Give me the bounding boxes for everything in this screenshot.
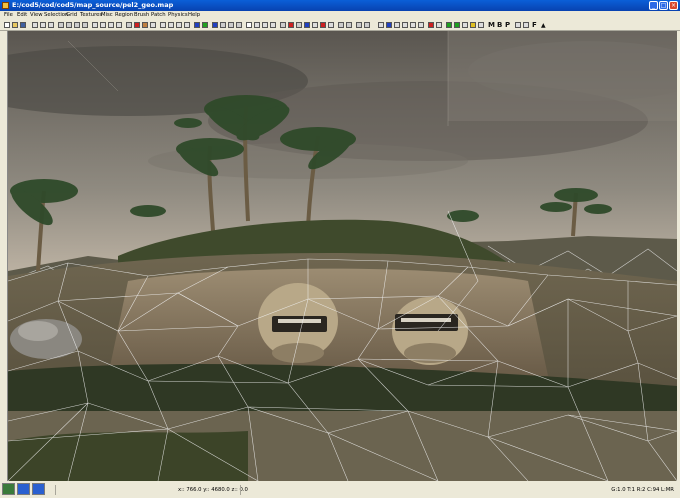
flip-z-icon[interactable] [48,22,54,28]
tool-icon-9[interactable] [346,22,352,28]
change-view-icon[interactable] [160,22,166,28]
tool-icon-18[interactable] [428,22,434,28]
camera-move-icon[interactable] [212,22,218,28]
menu-view[interactable]: View [30,11,43,20]
rotate-z-icon[interactable] [74,22,80,28]
select-inside-icon[interactable] [100,22,106,28]
menu-physics[interactable]: Physics [168,11,188,20]
rotate-x-icon[interactable] [58,22,64,28]
rotate-y-icon[interactable] [66,22,72,28]
tool-icon-24[interactable] [523,22,529,28]
menu-bar: File Edit View Selection Grid Textures M… [0,11,680,20]
tool-icon-22[interactable] [478,22,484,28]
tool-icon-6[interactable] [320,22,326,28]
new-file-icon[interactable] [4,22,10,28]
tool-icon-21[interactable] [470,22,476,28]
csg-merge-icon[interactable] [134,22,140,28]
menu-misc[interactable]: Misc [101,11,113,20]
select-touching-icon[interactable] [92,22,98,28]
menu-edit[interactable]: Edit [17,11,27,20]
flip-y-icon[interactable] [40,22,46,28]
clipper-icon[interactable] [150,22,156,28]
cap-icon[interactable] [270,22,276,28]
tool-icon-13[interactable] [386,22,392,28]
taskbar-window-button-1[interactable] [17,483,30,495]
status-separator-2 [240,485,241,495]
menu-patch[interactable]: Patch [151,11,166,20]
window-controls: _ □ × [649,1,678,10]
menu-region[interactable]: Region [115,11,133,20]
tool-icon-23[interactable] [515,22,521,28]
menu-selection[interactable]: Selection [44,11,68,20]
toolbar-triangle-icon[interactable]: ▲ [541,20,546,31]
grid-icon[interactable] [228,22,234,28]
tool-icon-7[interactable] [328,22,334,28]
status-bar: x:: 766.0 y:: 4680.0 z:: 0.0 G:1.0 T:1 R… [0,481,680,498]
tool-icon-15[interactable] [402,22,408,28]
tool-icon-5[interactable] [312,22,318,28]
toolbar: M B P F ▲ [0,20,680,31]
entity-view-icon[interactable] [184,22,190,28]
arrow-up-icon[interactable] [454,22,460,28]
minimize-button[interactable]: _ [649,1,658,10]
toolbar-letter-m[interactable]: M [488,20,495,31]
camera-viewport[interactable] [7,31,677,481]
flip-x-icon[interactable] [32,22,38,28]
tool-icon-16[interactable] [410,22,416,28]
tool-icon-11[interactable] [364,22,370,28]
tool-icon-17[interactable] [418,22,424,28]
tool-icon-19[interactable] [436,22,442,28]
toolbar-letter-b[interactable]: B [497,20,502,31]
menu-textures[interactable]: Textures [80,11,102,20]
window-title: E:/cod5/cod/cod5/map_source/pel2_geo.map [12,1,174,9]
menu-file[interactable]: File [4,11,13,20]
save-icon[interactable] [20,22,26,28]
hollow-icon[interactable] [142,22,148,28]
tool-icon-3[interactable] [296,22,302,28]
menu-help[interactable]: Help [188,11,200,20]
tool-icon-8[interactable] [338,22,344,28]
csg-subtract-icon[interactable] [126,22,132,28]
tool-icon-12[interactable] [378,22,384,28]
select-complete-icon[interactable] [108,22,114,28]
thicken-icon[interactable] [262,22,268,28]
toolbar-letter-p[interactable]: P [505,20,510,31]
title-bar: E:/cod5/cod/cod5/map_source/pel2_geo.map… [0,0,680,11]
tool-icon-2[interactable] [288,22,294,28]
grid-status-readout: G:1.0 T:1 R:2 C:94 L:MR [611,487,674,493]
taskbar-window-button-2[interactable] [32,483,45,495]
tool-icon-10[interactable] [356,22,362,28]
scale-icon[interactable] [82,22,88,28]
lighting-icon[interactable] [202,22,208,28]
start-button[interactable] [2,483,15,495]
menu-grid[interactable]: Grid [66,11,77,20]
status-separator-1 [55,485,56,495]
menu-brush[interactable]: Brush [134,11,149,20]
select-partial-icon[interactable] [116,22,122,28]
texture-view-icon[interactable] [168,22,174,28]
patch-icon[interactable] [246,22,252,28]
app-icon [2,2,9,9]
coordinate-readout: x:: 766.0 y:: 4680.0 z:: 0.0 [178,487,248,493]
tool-icon-20[interactable] [462,22,468,28]
cubic-clip-icon[interactable] [194,22,200,28]
camera-icon[interactable] [176,22,182,28]
bend-icon[interactable] [254,22,260,28]
open-file-icon[interactable] [12,22,18,28]
scene-render [8,31,677,481]
filter-icon[interactable] [220,22,226,28]
snap-icon[interactable] [236,22,242,28]
toolbar-flag-f[interactable]: F [532,20,537,31]
tool-icon-1[interactable] [280,22,286,28]
tool-icon-14[interactable] [394,22,400,28]
arrow-down-icon[interactable] [446,22,452,28]
close-button[interactable]: × [669,1,678,10]
maximize-button[interactable]: □ [659,1,668,10]
tool-icon-4[interactable] [304,22,310,28]
